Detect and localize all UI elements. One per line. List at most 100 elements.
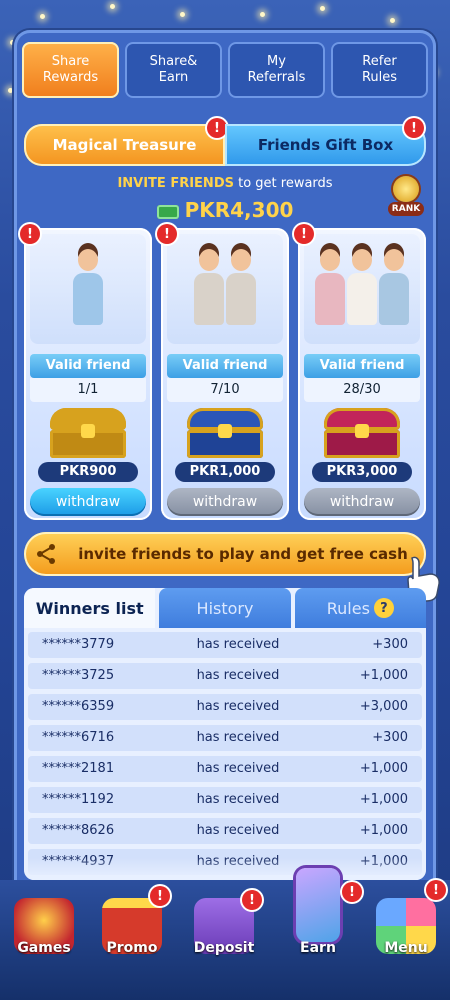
valid-friend-label: Valid friend: [30, 354, 146, 378]
reward-card: ! Valid friend 28/30 PKR3,000 withdraw: [294, 224, 426, 520]
winner-user: ******3779: [42, 637, 115, 652]
total-amount: PKR4,300: [184, 198, 294, 222]
valid-friend-label: Valid friend: [304, 354, 420, 378]
alert-badge-icon: !: [207, 118, 227, 138]
list-item: ******6716 has received +300: [28, 725, 422, 751]
tab-label: Share: [51, 54, 90, 69]
nav-label: Deposit: [193, 940, 255, 956]
help-icon: ?: [373, 598, 394, 618]
tab-rules[interactable]: Rules?: [294, 588, 426, 628]
tab-label: Refer: [362, 54, 397, 69]
alert-badge-icon: !: [342, 882, 362, 902]
valid-friend-label: Valid friend: [167, 354, 283, 378]
list-item: ******3725 has received +1,000: [28, 663, 422, 689]
rank-label: RANK: [388, 202, 424, 216]
tab-label: Friends Gift Box: [257, 136, 394, 154]
alert-badge-icon: !: [157, 224, 177, 244]
alert-badge-icon: !: [426, 880, 446, 900]
nav-promo[interactable]: ! Promo: [92, 886, 172, 998]
tab-my-referrals[interactable]: My Referrals: [228, 42, 325, 98]
nav-earn[interactable]: ! Earn: [278, 868, 362, 998]
winner-message: has received: [196, 761, 280, 776]
friends-illustration: [167, 234, 283, 344]
winners-list: ******3779 has received +300 ******3725 has…: [24, 632, 426, 880]
total-rewards: PKR4,300: [0, 198, 450, 222]
nav-games[interactable]: Games: [4, 888, 84, 998]
winner-user: ******1192: [42, 792, 115, 807]
tab-label: Rules: [326, 598, 370, 618]
list-item: ******2181 has received +1,000: [28, 756, 422, 782]
winner-user: ******8626: [42, 823, 115, 838]
tab-label: Rewards: [42, 70, 99, 85]
list-item: ******8626 has received +1,000: [28, 818, 422, 844]
withdraw-button[interactable]: withdraw: [304, 488, 420, 516]
tab-label: Rules: [361, 70, 398, 85]
tab-label: My: [267, 54, 286, 69]
winner-amount: +300: [372, 730, 408, 745]
rank-button[interactable]: RANK: [388, 176, 424, 220]
friend-count: 28/30: [304, 378, 420, 402]
alert-badge-icon: !: [150, 886, 170, 906]
treasure-chest-icon: [50, 408, 126, 458]
invite-bar-label: invite friends to play and get free cash: [78, 545, 408, 563]
winner-user: ******3725: [42, 668, 115, 683]
invite-highlight: INVITE FRIENDS: [117, 176, 234, 191]
tab-share-earn[interactable]: Share& Earn: [125, 42, 222, 98]
tab-label: Referrals: [247, 70, 306, 85]
tab-friends-gift-box[interactable]: Friends Gift Box !: [225, 118, 426, 166]
cash-icon: [156, 204, 179, 219]
reward-amount: PKR3,000: [312, 462, 412, 482]
winner-user: ******6359: [42, 699, 115, 714]
tab-label: Earn: [158, 70, 189, 85]
winner-message: has received: [196, 699, 280, 714]
reward-card: ! Valid friend 1/1 PKR900 withdraw: [20, 224, 152, 520]
friend-count: 1/1: [30, 378, 146, 402]
winner-amount: +1,000: [359, 668, 408, 683]
nav-label: Games: [17, 940, 71, 956]
list-tab-bar: Winners list History Rules?: [24, 588, 426, 628]
list-item: ******6359 has received +3,000: [28, 694, 422, 720]
friends-illustration: [30, 234, 146, 344]
nav-label: Promo: [106, 940, 158, 956]
nav-label: Menu: [384, 940, 428, 956]
winner-user: ******2181: [42, 761, 115, 776]
list-fade: [24, 858, 426, 880]
tab-label: Magical Treasure: [52, 136, 197, 154]
nav-deposit[interactable]: ! Deposit: [184, 888, 264, 998]
winner-user: ******6716: [42, 730, 115, 745]
tab-share-rewards[interactable]: Share Rewards: [22, 42, 119, 98]
section-tab-bar: Magical Treasure ! Friends Gift Box !: [24, 118, 426, 166]
treasure-chest-icon: [187, 408, 263, 458]
winner-amount: +1,000: [359, 823, 408, 838]
medal-icon: [393, 176, 419, 202]
string-lights: [0, 0, 450, 93]
invite-rest: to get rewards: [233, 176, 333, 191]
winner-message: has received: [196, 668, 280, 683]
phone-icon: [296, 868, 340, 942]
alert-badge-icon: !: [242, 890, 262, 910]
winner-amount: +1,000: [359, 761, 408, 776]
treasure-chest-icon: [324, 408, 400, 458]
tab-label: Share&: [149, 54, 198, 69]
tab-winners-list[interactable]: Winners list: [24, 588, 156, 628]
winner-amount: +3,000: [359, 699, 408, 714]
winner-message: has received: [196, 792, 280, 807]
tab-magical-treasure[interactable]: Magical Treasure !: [24, 118, 227, 166]
withdraw-button[interactable]: withdraw: [30, 488, 146, 516]
invite-caption: INVITE FRIENDS to get rewards: [0, 176, 450, 191]
withdraw-button[interactable]: withdraw: [167, 488, 283, 516]
list-item: ******3779 has received +300: [28, 632, 422, 658]
nav-label: Earn: [300, 940, 336, 956]
reward-amount: PKR900: [38, 462, 138, 482]
tab-refer-rules[interactable]: Refer Rules: [331, 42, 428, 98]
alert-badge-icon: !: [404, 118, 424, 138]
tab-history[interactable]: History: [159, 588, 291, 628]
nav-menu[interactable]: ! Menu: [366, 880, 446, 998]
tab-label: History: [196, 598, 254, 618]
friend-count: 7/10: [167, 378, 283, 402]
share-icon: [37, 544, 55, 564]
top-tab-bar: Share Rewards Share& Earn My Referrals Refe…: [22, 42, 428, 98]
invite-friends-button[interactable]: invite friends to play and get free cash: [24, 532, 426, 576]
winner-message: has received: [196, 637, 280, 652]
alert-badge-icon: !: [20, 224, 40, 244]
